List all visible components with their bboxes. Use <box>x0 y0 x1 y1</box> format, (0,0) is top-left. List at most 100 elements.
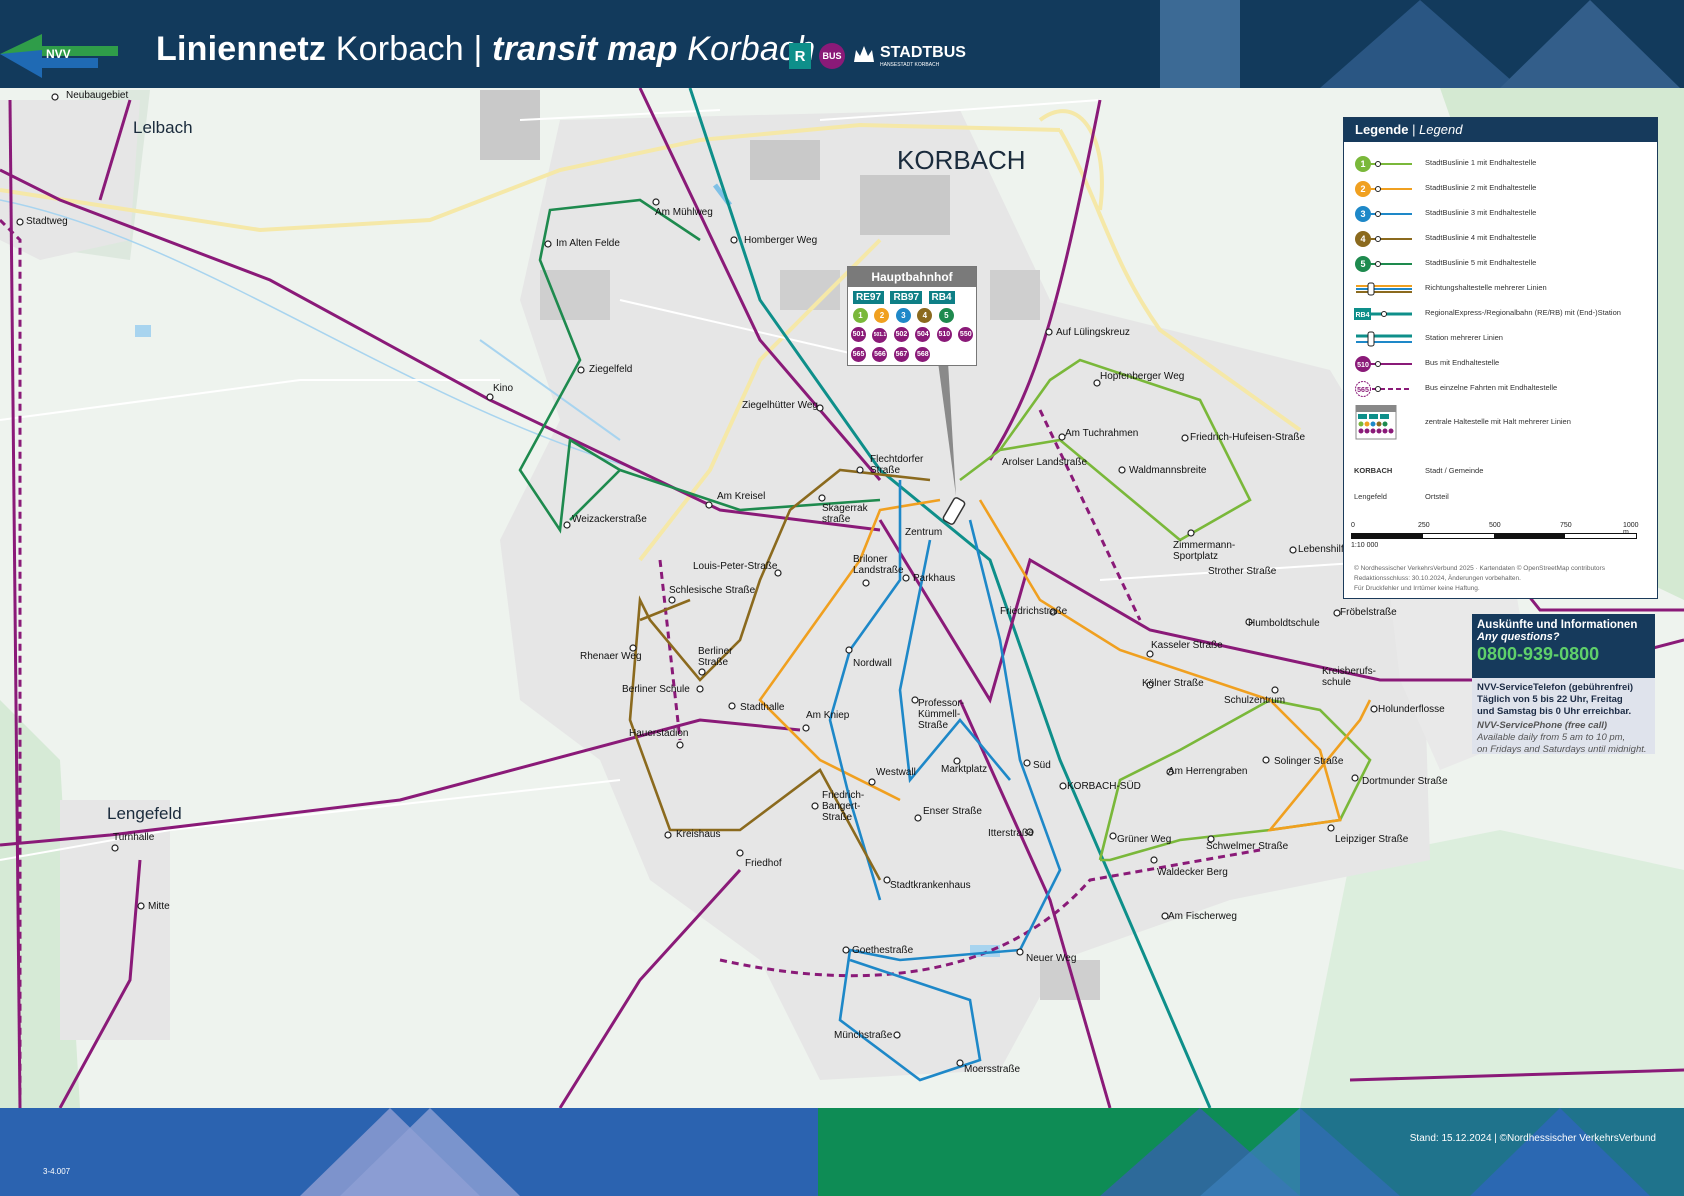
stop-label[interactable]: Itterstraße <box>988 828 1034 839</box>
stop-label[interactable]: Grüner Weg <box>1117 834 1171 845</box>
stop-label[interactable]: Skagerrak straße <box>822 503 872 525</box>
stop-label[interactable]: Am Herrengraben <box>1168 766 1247 777</box>
stop-label[interactable]: Westwall <box>876 767 916 778</box>
stop-label[interactable]: Weizackerstraße <box>572 514 647 525</box>
stop-label[interactable]: Friedrich-Bangert-Straße <box>822 790 886 823</box>
stop-label[interactable]: Turnhalle <box>113 832 154 843</box>
stop-label[interactable]: Waldecker Berg <box>1157 867 1228 878</box>
district-label-lengefeld: Lengefeld <box>107 804 182 823</box>
legend-row: 510 Bus mit Endhaltestelle <box>1344 352 1657 374</box>
stop-label[interactable]: Homberger Weg <box>744 235 817 246</box>
stop-label[interactable]: Briloner Landstraße <box>853 554 905 576</box>
rail-icon: RB4 <box>1354 308 1412 320</box>
stop-label[interactable]: Ziegelhütter Weg <box>742 400 818 411</box>
bus-badge: 510 <box>936 327 952 342</box>
legend-panel: Legende | Legend 1 StadtBuslinie 1 mit E… <box>1343 117 1658 599</box>
stop-label[interactable]: Waldmannsbreite <box>1129 465 1206 476</box>
stop-label[interactable]: Dortmunder Straße <box>1362 776 1448 787</box>
stop-label[interactable]: Fröbelstraße <box>1340 607 1397 618</box>
stop-label[interactable]: Kino <box>493 383 513 394</box>
stop-label[interactable]: Friedrich-Hufeisen-Straße <box>1190 432 1305 443</box>
stadtbus-sub: HANSESTADT KORBACH <box>880 62 940 68</box>
legend-row: 5 StadtBuslinie 5 mit Endhaltestelle <box>1344 252 1657 274</box>
scale-tick: 500 <box>1489 522 1501 529</box>
stop-label[interactable]: Professor-Kümmell-Straße <box>918 698 990 731</box>
stop-label[interactable]: Nordwall <box>853 658 892 669</box>
stop-label[interactable]: Friedrichstraße <box>1000 606 1067 617</box>
legend-row: Lengefeld Ortsteil <box>1344 486 1657 508</box>
legend-text: StadtBuslinie 5 mit Endhaltestelle <box>1425 258 1537 267</box>
stop-label[interactable]: Stadtweg <box>26 216 68 227</box>
stop-label[interactable]: Am Tuchrahmen <box>1065 428 1138 439</box>
stop-label[interactable]: Schwelmer Straße <box>1206 841 1288 852</box>
stop-label[interactable]: Am Kniep <box>806 710 849 721</box>
stop-label[interactable]: Stadtkrankenhaus <box>890 880 971 891</box>
stop-label[interactable]: Stadthalle <box>740 702 784 713</box>
stop-label[interactable]: KORBACH-SÜD <box>1067 781 1141 792</box>
stop-label[interactable]: Kreisberufs-schule <box>1322 666 1376 688</box>
phone-number[interactable]: 0800-939-0800 <box>1477 644 1650 665</box>
stop-label[interactable]: Am Mühlweg <box>655 207 713 218</box>
stop-label[interactable]: Am Fischerweg <box>1168 911 1237 922</box>
legend-row: 2 StadtBuslinie 2 mit Endhaltestelle <box>1344 177 1657 199</box>
legend-text: StadtBuslinie 3 mit Endhaltestelle <box>1425 208 1537 217</box>
bus-badge: 565 <box>851 347 866 362</box>
legend-row: 1 StadtBuslinie 1 mit Endhaltestelle <box>1344 152 1657 174</box>
stop-label[interactable]: Berliner Schule <box>622 684 690 695</box>
stop-label[interactable]: Leipziger Straße <box>1335 834 1408 845</box>
stop-label[interactable]: Enser Straße <box>923 806 982 817</box>
stop-label[interactable]: Schulzentrum <box>1224 695 1285 706</box>
hauptbahnhof-callout[interactable]: Hauptbahnhof RE97 RB97 RB4 1 2 3 4 5 501… <box>847 266 977 366</box>
stop-label[interactable]: Münchstraße <box>834 1030 892 1041</box>
stop-label[interactable]: Mitte <box>148 901 170 912</box>
stop-label[interactable]: Kasseler Straße <box>1151 640 1223 651</box>
service-en: Available daily from 5 am to 10 pm, <box>1477 732 1626 743</box>
info-title-en: Any questions? <box>1477 631 1560 643</box>
legend-text: Ortsteil <box>1425 492 1449 501</box>
hub-icon <box>1355 405 1397 440</box>
stop-label[interactable]: Zentrum <box>905 527 942 538</box>
stop-label[interactable]: Schlesische Straße <box>669 585 755 596</box>
stop-label[interactable]: Zimmermann-Sportplatz <box>1173 540 1243 562</box>
stop-label[interactable]: Auf Lülingskreuz <box>1056 327 1130 338</box>
legend-credits: © Nordhessischer VerkehrsVerbund 2025 · … <box>1354 565 1605 592</box>
stop-label[interactable]: Parkhaus <box>913 573 955 584</box>
title-italic: transit map <box>492 30 678 68</box>
footer-code: 3-4.007 <box>43 1167 71 1176</box>
stop-label[interactable]: Arolser Landstraße <box>1002 457 1087 468</box>
title-bold: Liniennetz <box>156 30 327 68</box>
stop-label[interactable]: Neubaugebiet <box>66 90 128 101</box>
stop-label[interactable]: Am Kreisel <box>717 491 765 502</box>
stop-label[interactable]: Moersstraße <box>964 1064 1020 1075</box>
stop-label[interactable]: Hauerstadion <box>629 728 688 739</box>
stop-label[interactable]: Goethestraße <box>852 945 913 956</box>
stop-label[interactable]: Ziegelfeld <box>589 364 632 375</box>
header-deco <box>1500 0 1680 88</box>
line-badge: 2 <box>874 308 890 323</box>
stop-label[interactable]: Süd <box>1033 760 1051 771</box>
stop-label[interactable]: Im Alten Felde <box>556 238 620 249</box>
stop-label[interactable]: Flechtdorfer Straße <box>870 454 926 476</box>
stop-label[interactable]: Hopfenberger Weg <box>1100 371 1184 382</box>
town-label-korbach: KORBACH <box>897 145 1026 175</box>
stop-label[interactable]: Humboldtschule <box>1248 618 1320 629</box>
stop-label[interactable]: Marktplatz <box>941 764 987 775</box>
stop-label[interactable]: Strother Straße <box>1208 566 1276 577</box>
stop-label[interactable]: Louis-Peter-Straße <box>693 561 777 572</box>
stop-label[interactable]: Holunderflosse <box>1378 704 1445 715</box>
stop-label[interactable]: Kreishaus <box>676 829 720 840</box>
district-label-lelbach: Lelbach <box>133 118 193 137</box>
stop-label[interactable]: Friedhof <box>745 858 782 869</box>
bus-badge: 568 <box>915 347 931 362</box>
stop-label[interactable]: Lebenshilfe <box>1298 544 1349 555</box>
stop-label[interactable]: Kölner Straße <box>1142 678 1204 689</box>
legend-text: Richtungshaltestelle mehrerer Linien <box>1425 283 1547 292</box>
line-3-icon: 3 <box>1355 206 1412 222</box>
stop-label[interactable]: Neuer Weg <box>1026 953 1076 964</box>
stop-label[interactable]: Rhenaer Weg <box>580 651 642 662</box>
stop-label[interactable]: Solinger Straße <box>1274 756 1343 767</box>
svg-text:2: 2 <box>1360 184 1365 194</box>
svg-text:3: 3 <box>1360 209 1365 219</box>
stop-label[interactable]: Berliner Straße <box>698 646 748 668</box>
service-en: NVV-ServicePhone (free call) <box>1477 720 1608 731</box>
